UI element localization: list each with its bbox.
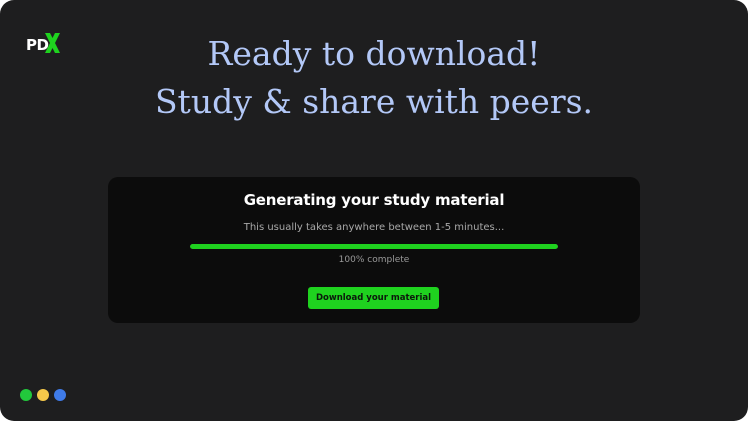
blue-dot bbox=[54, 389, 66, 401]
yellow-dot bbox=[37, 389, 49, 401]
app-frame: PD Ready to download! Study & share with… bbox=[0, 0, 748, 421]
download-button[interactable]: Download your material bbox=[308, 287, 439, 309]
card-title: Generating your study material bbox=[243, 191, 505, 209]
page-heading: Ready to download! Study & share with pe… bbox=[0, 30, 748, 126]
indicator-dots bbox=[20, 389, 66, 401]
progress-label: 100% complete bbox=[338, 255, 410, 265]
card-subtitle: This usually takes anywhere between 1-5 … bbox=[243, 222, 505, 233]
heading-line-1: Ready to download! bbox=[207, 34, 541, 73]
green-dot bbox=[20, 389, 32, 401]
heading-line-2: Study & share with peers. bbox=[154, 82, 594, 121]
progress-card: Generating your study material This usua… bbox=[108, 177, 640, 323]
progress-bar-fill bbox=[190, 244, 558, 249]
progress-bar bbox=[190, 244, 558, 249]
